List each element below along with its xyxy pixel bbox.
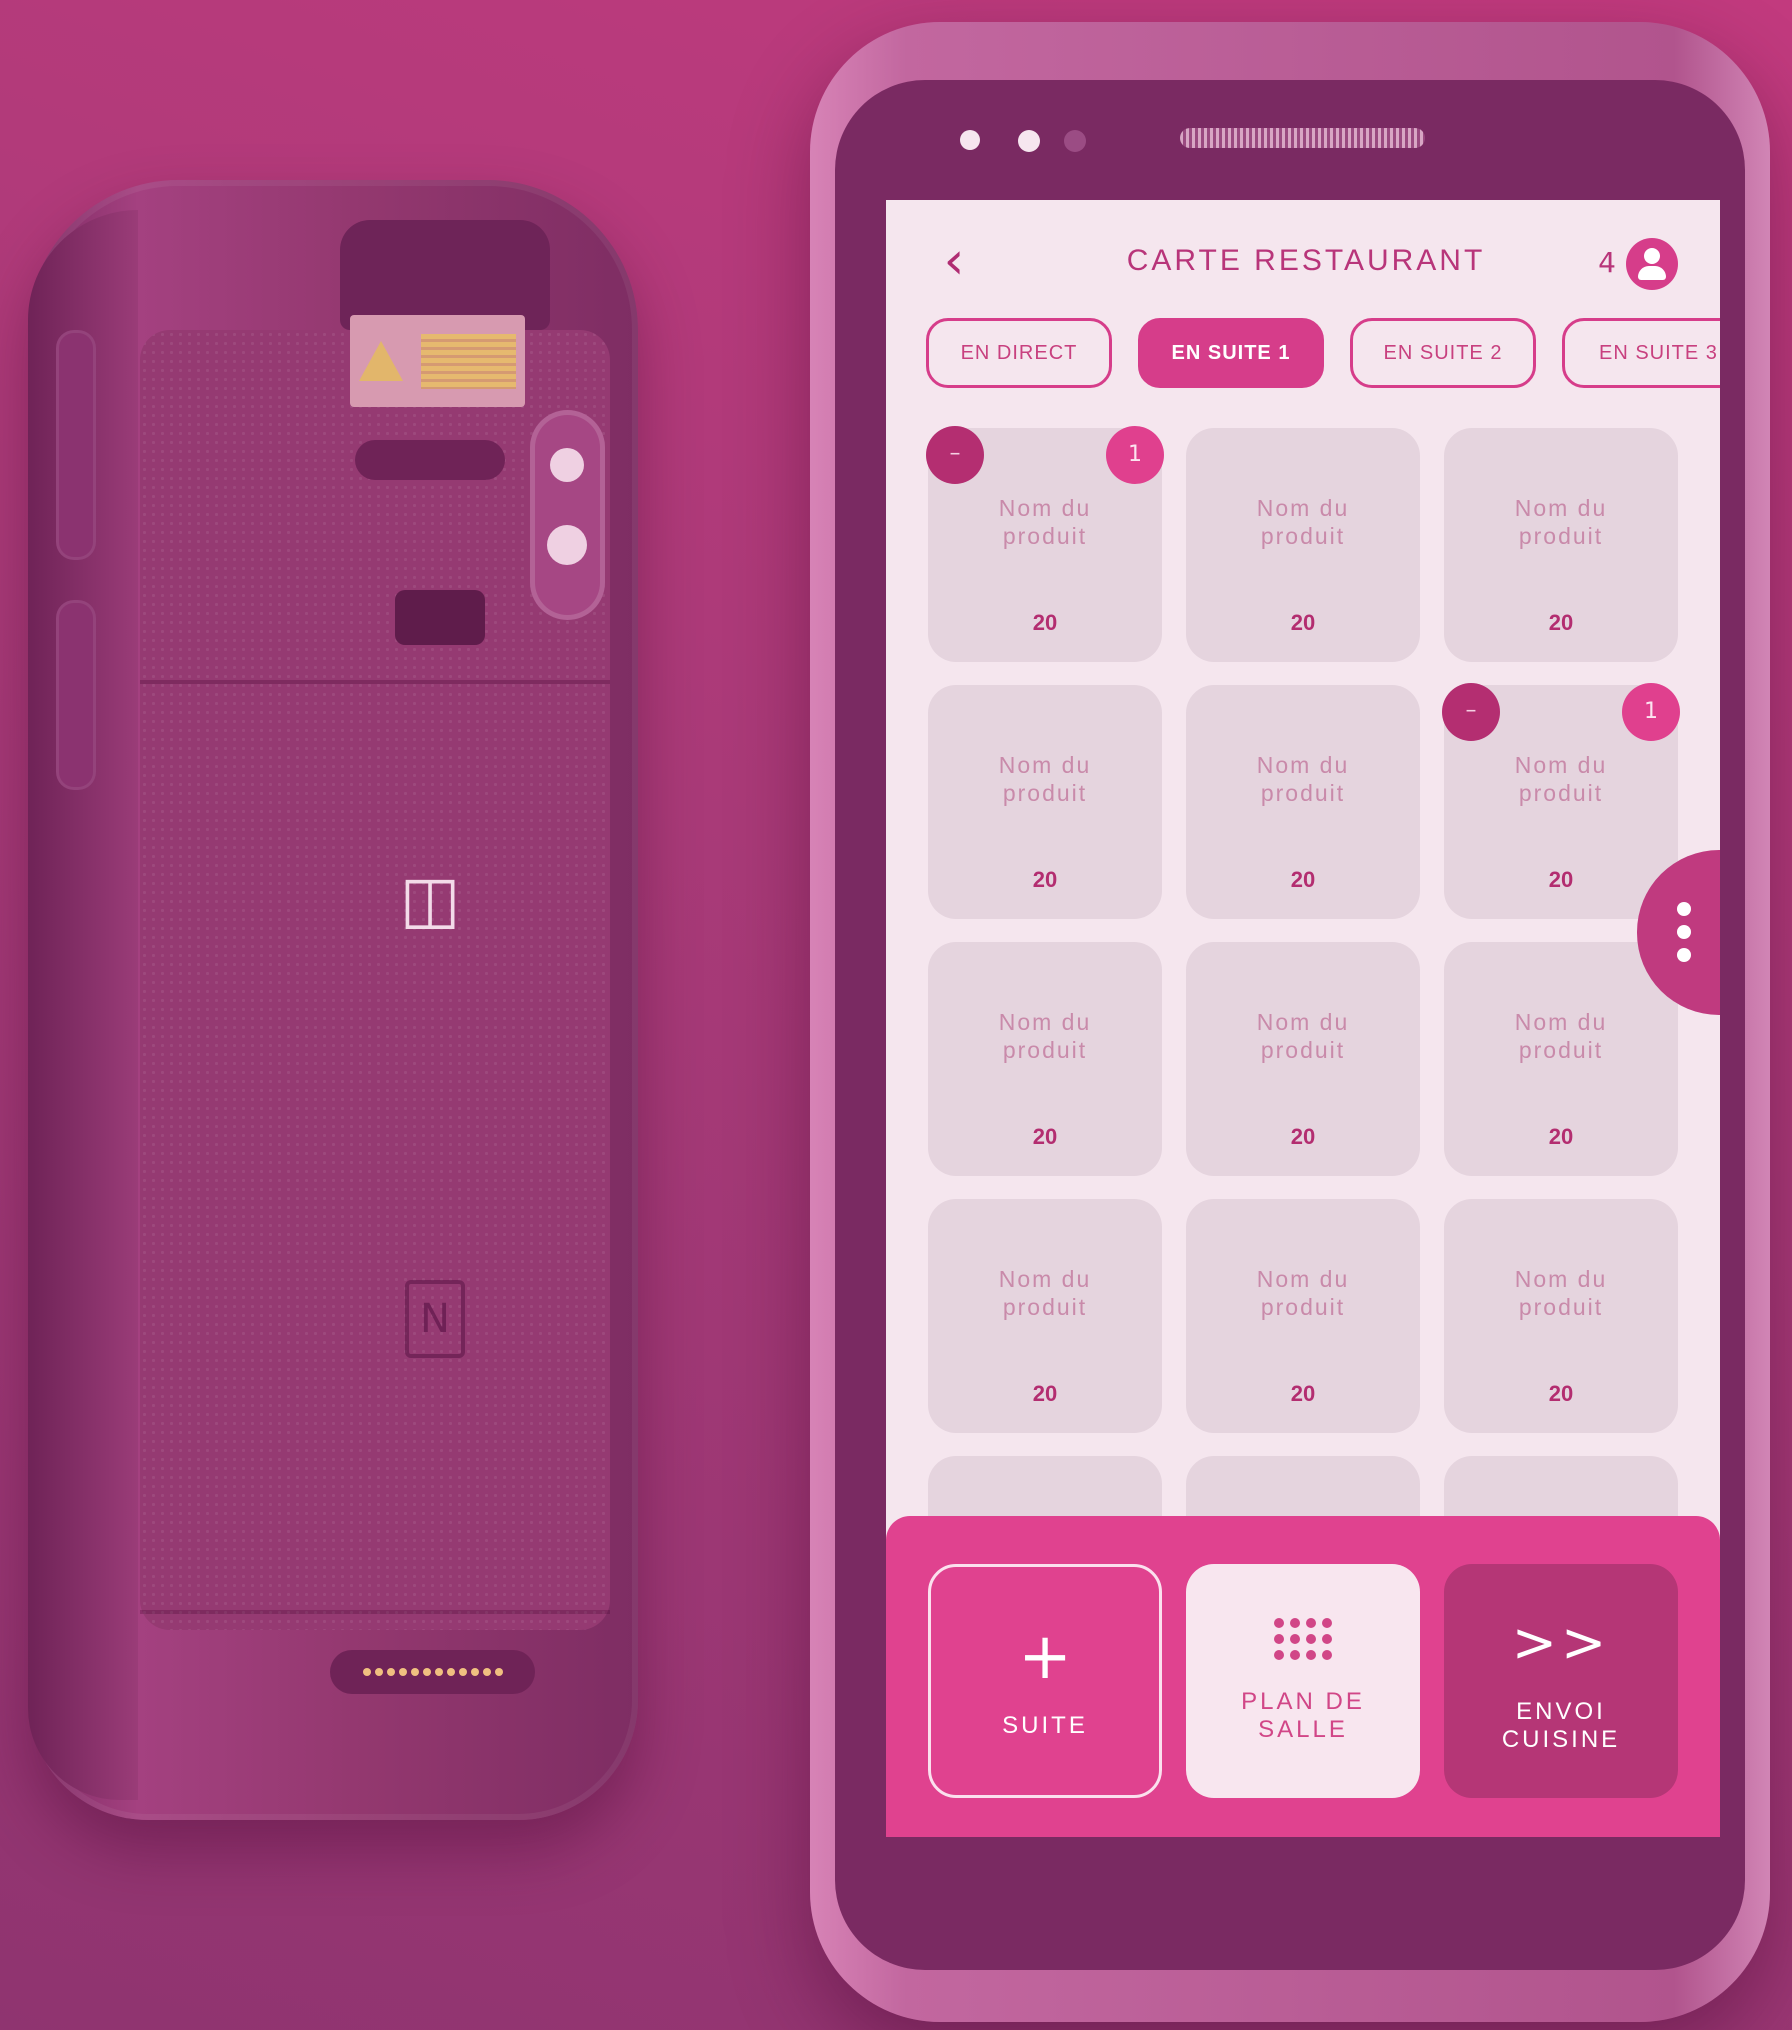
product-price: 20 [1290, 610, 1316, 635]
laser-warning-icon [359, 341, 403, 381]
rear-camera-module [530, 410, 605, 620]
front-sensor-dot [960, 130, 980, 150]
camera-lens-icon [550, 448, 584, 482]
warning-label-text-block [421, 333, 516, 389]
product-card[interactable]: Nom du produit 20 [1186, 1199, 1420, 1433]
product-price: 20 [1290, 1124, 1316, 1149]
product-price: 20 [1548, 1381, 1574, 1406]
earpiece-speaker [1180, 128, 1425, 148]
decrease-quantity-button[interactable]: – [926, 426, 984, 484]
scanner-window [340, 220, 550, 330]
tab-en-suite-1[interactable]: EN SUITE 1 [1138, 318, 1324, 388]
course-tabs: EN DIRECT EN SUITE 1 EN SUITE 2 EN SUITE… [926, 318, 1720, 398]
envoi-cuisine-button[interactable]: >> ENVOI CUISINE [1444, 1564, 1678, 1798]
suite-label: SUITE [1002, 1712, 1088, 1739]
product-name: Nom du produit [998, 752, 1092, 806]
camera-flash-icon [547, 525, 587, 565]
product-name: Nom du produit [998, 1266, 1092, 1320]
quantity-badge: 1 [1106, 426, 1164, 484]
product-name: Nom du produit [1256, 1009, 1350, 1063]
top-bar: ‹ CARTE RESTAURANT 4 [886, 200, 1720, 330]
tab-en-direct[interactable]: EN DIRECT [926, 318, 1112, 388]
product-name: Nom du produit [1256, 495, 1350, 549]
quantity-badge: 1 [1622, 683, 1680, 741]
product-card[interactable]: Nom du produit 20 [1186, 942, 1420, 1176]
product-name: Nom du produit [998, 1009, 1092, 1063]
pogo-pin-connector [330, 1650, 535, 1694]
product-card[interactable]: Nom du produit 20 [1186, 685, 1420, 919]
product-price: 20 [1032, 867, 1058, 892]
proximity-sensor-dot [1064, 130, 1086, 152]
product-name: Nom du produit [1514, 1266, 1608, 1320]
send-forward-icon: >> [1511, 1611, 1611, 1674]
product-price: 20 [1548, 1124, 1574, 1149]
product-card[interactable]: Nom du produit 20 [1444, 942, 1678, 1176]
plan-de-salle-label: PLAN DE SALLE [1241, 1688, 1365, 1743]
user-icon [1644, 248, 1660, 264]
chevron-left-icon: ‹ [943, 231, 965, 291]
product-card[interactable]: Nom du produit 20 [1444, 1199, 1678, 1433]
product-name: Nom du produit [1256, 752, 1350, 806]
product-card[interactable]: Nom du produit 20 [928, 685, 1162, 919]
envoi-cuisine-label: ENVOI CUISINE [1501, 1698, 1621, 1753]
side-scan-button [56, 600, 96, 790]
product-price: 20 [1032, 1124, 1058, 1149]
suite-button[interactable]: + SUITE [928, 1564, 1162, 1798]
user-button[interactable] [1626, 238, 1678, 290]
front-camera-dot [1018, 130, 1040, 152]
product-price: 20 [1290, 1381, 1316, 1406]
tab-en-suite-3[interactable]: EN SUITE 3 [1562, 318, 1720, 388]
decrease-quantity-button[interactable]: – [1442, 683, 1500, 741]
guest-count: 4 [1598, 246, 1616, 279]
side-volume-button [56, 330, 96, 560]
brand-logo-icon: ◫ [399, 863, 461, 937]
scanner-aperture [355, 440, 505, 480]
product-price: 20 [1032, 610, 1058, 635]
product-name: Nom du produit [998, 495, 1092, 549]
laser-warning-label [350, 315, 525, 407]
product-card[interactable]: Nom du produit 20 [928, 1199, 1162, 1433]
app-screen: ‹ CARTE RESTAURANT 4 EN DIRECT EN SUITE … [886, 200, 1720, 1837]
plan-de-salle-button[interactable]: PLAN DE SALLE [1186, 1564, 1420, 1798]
bottom-seam [140, 1610, 610, 1614]
product-price: 20 [1290, 867, 1316, 892]
product-price: 20 [1548, 610, 1574, 635]
more-vertical-icon [1677, 902, 1691, 916]
tab-en-suite-2[interactable]: EN SUITE 2 [1350, 318, 1536, 388]
battery-seam [140, 680, 610, 684]
product-price: 20 [1548, 867, 1574, 892]
product-name: Nom du produit [1514, 1009, 1608, 1063]
product-name: Nom du produit [1256, 1266, 1350, 1320]
grid-dots-icon [1274, 1618, 1332, 1660]
bottom-action-bar: + SUITE PLAN DE SALLE >> ENVOI CUISINE [886, 1516, 1720, 1837]
page-title: CARTE RESTAURANT [1126, 244, 1486, 277]
product-price: 20 [1032, 1381, 1058, 1406]
product-card[interactable]: Nom du produit 20 [1444, 428, 1678, 662]
product-card[interactable]: Nom du produit 20 [928, 942, 1162, 1176]
nfc-icon: N [405, 1280, 465, 1358]
back-button[interactable]: ‹ [926, 230, 982, 292]
product-name: Nom du produit [1514, 752, 1608, 806]
product-name: Nom du produit [1514, 495, 1608, 549]
plus-icon: + [1018, 1620, 1072, 1694]
product-card[interactable]: Nom du produit 20 – 1 [1442, 683, 1680, 919]
battery-lock-switch [395, 590, 485, 645]
product-card[interactable]: Nom du produit 20 – 1 [926, 426, 1164, 662]
product-card[interactable]: Nom du produit 20 [1186, 428, 1420, 662]
